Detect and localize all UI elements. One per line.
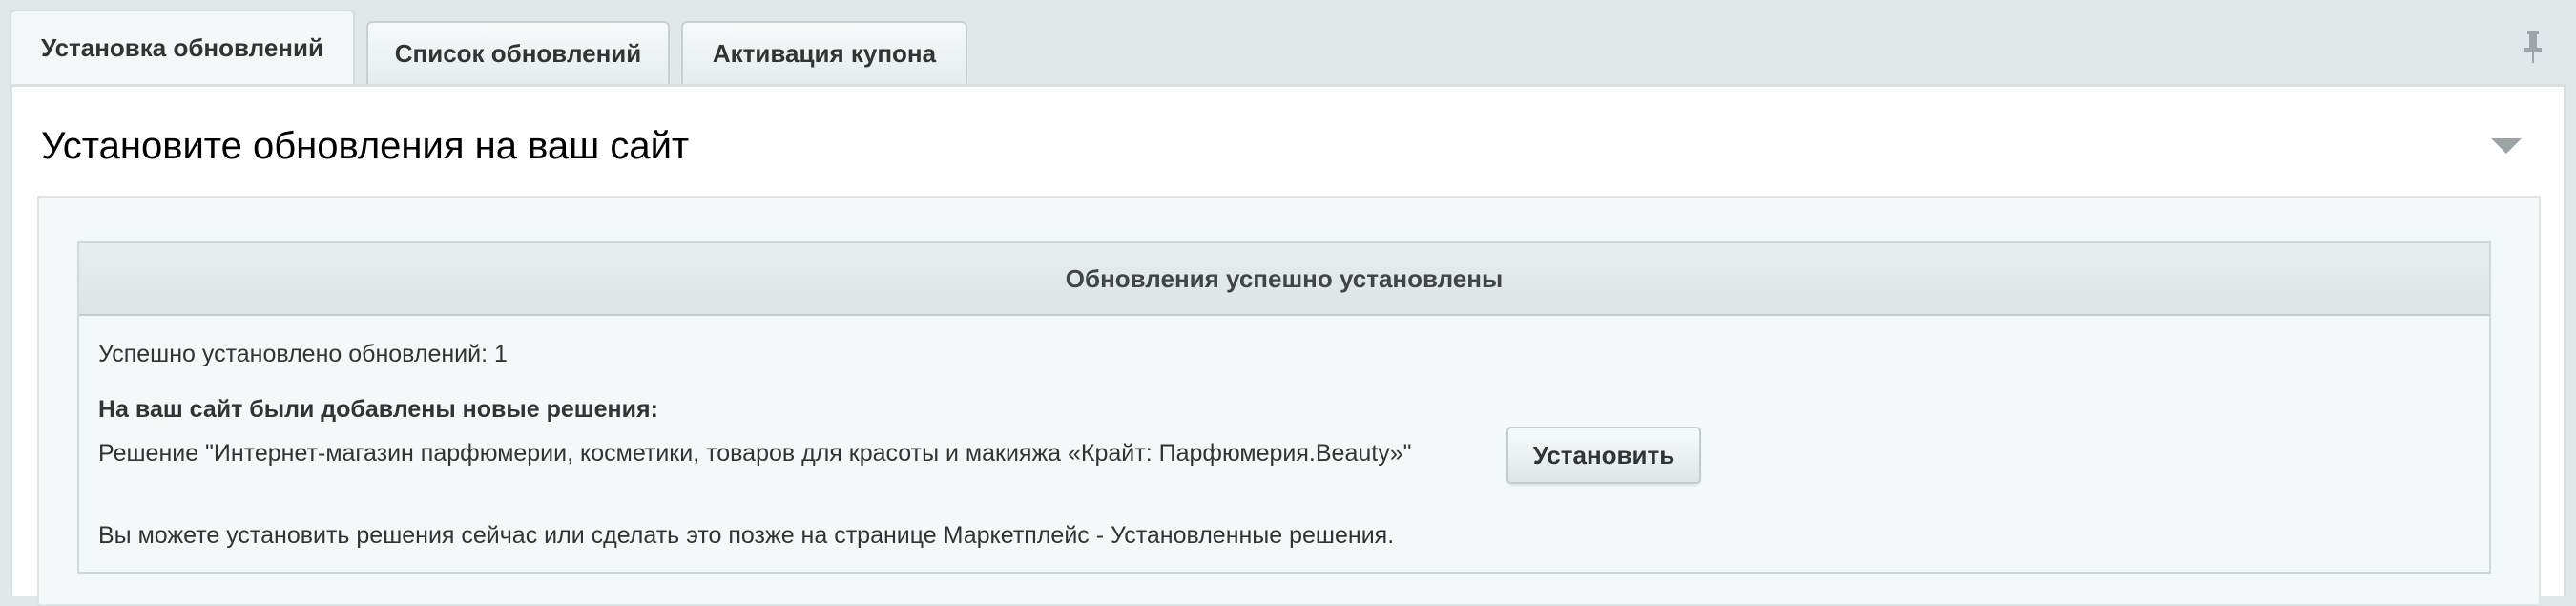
install-button[interactable]: Установить [1506,427,1701,484]
panel-content: Обновления успешно установлены Успешно у… [37,196,2541,606]
update-panel: Установите обновления на ваш сайт Обновл… [10,84,2566,606]
tab-install-updates[interactable]: Установка обновлений [10,10,355,84]
triangle-down-icon[interactable] [2491,138,2522,157]
solution-description: Решение "Интернет-магазин парфюмерии, ко… [98,440,1412,467]
new-solutions-heading: На ваш сайт были добавлены новые решения… [98,396,658,423]
tab-updates-list[interactable]: Список обновлений [366,21,670,84]
tab-label: Активация купона [712,38,937,68]
page-title: Установите обновления на ваш сайт [41,125,690,167]
tab-coupon-activation[interactable]: Активация купона [681,21,967,84]
success-notice: Обновления успешно установлены Успешно у… [77,241,2491,574]
tab-label: Список обновлений [394,38,642,68]
pin-icon[interactable] [2519,29,2547,67]
notice-header: Обновления успешно установлены [79,243,2489,316]
footer-hint: Вы можете установить решения сейчас или … [98,522,1395,549]
tab-bar: Установка обновлений Список обновлений А… [10,10,979,84]
tab-label: Установка обновлений [41,32,323,62]
installed-count-text: Успешно установлено обновлений: 1 [98,341,508,367]
